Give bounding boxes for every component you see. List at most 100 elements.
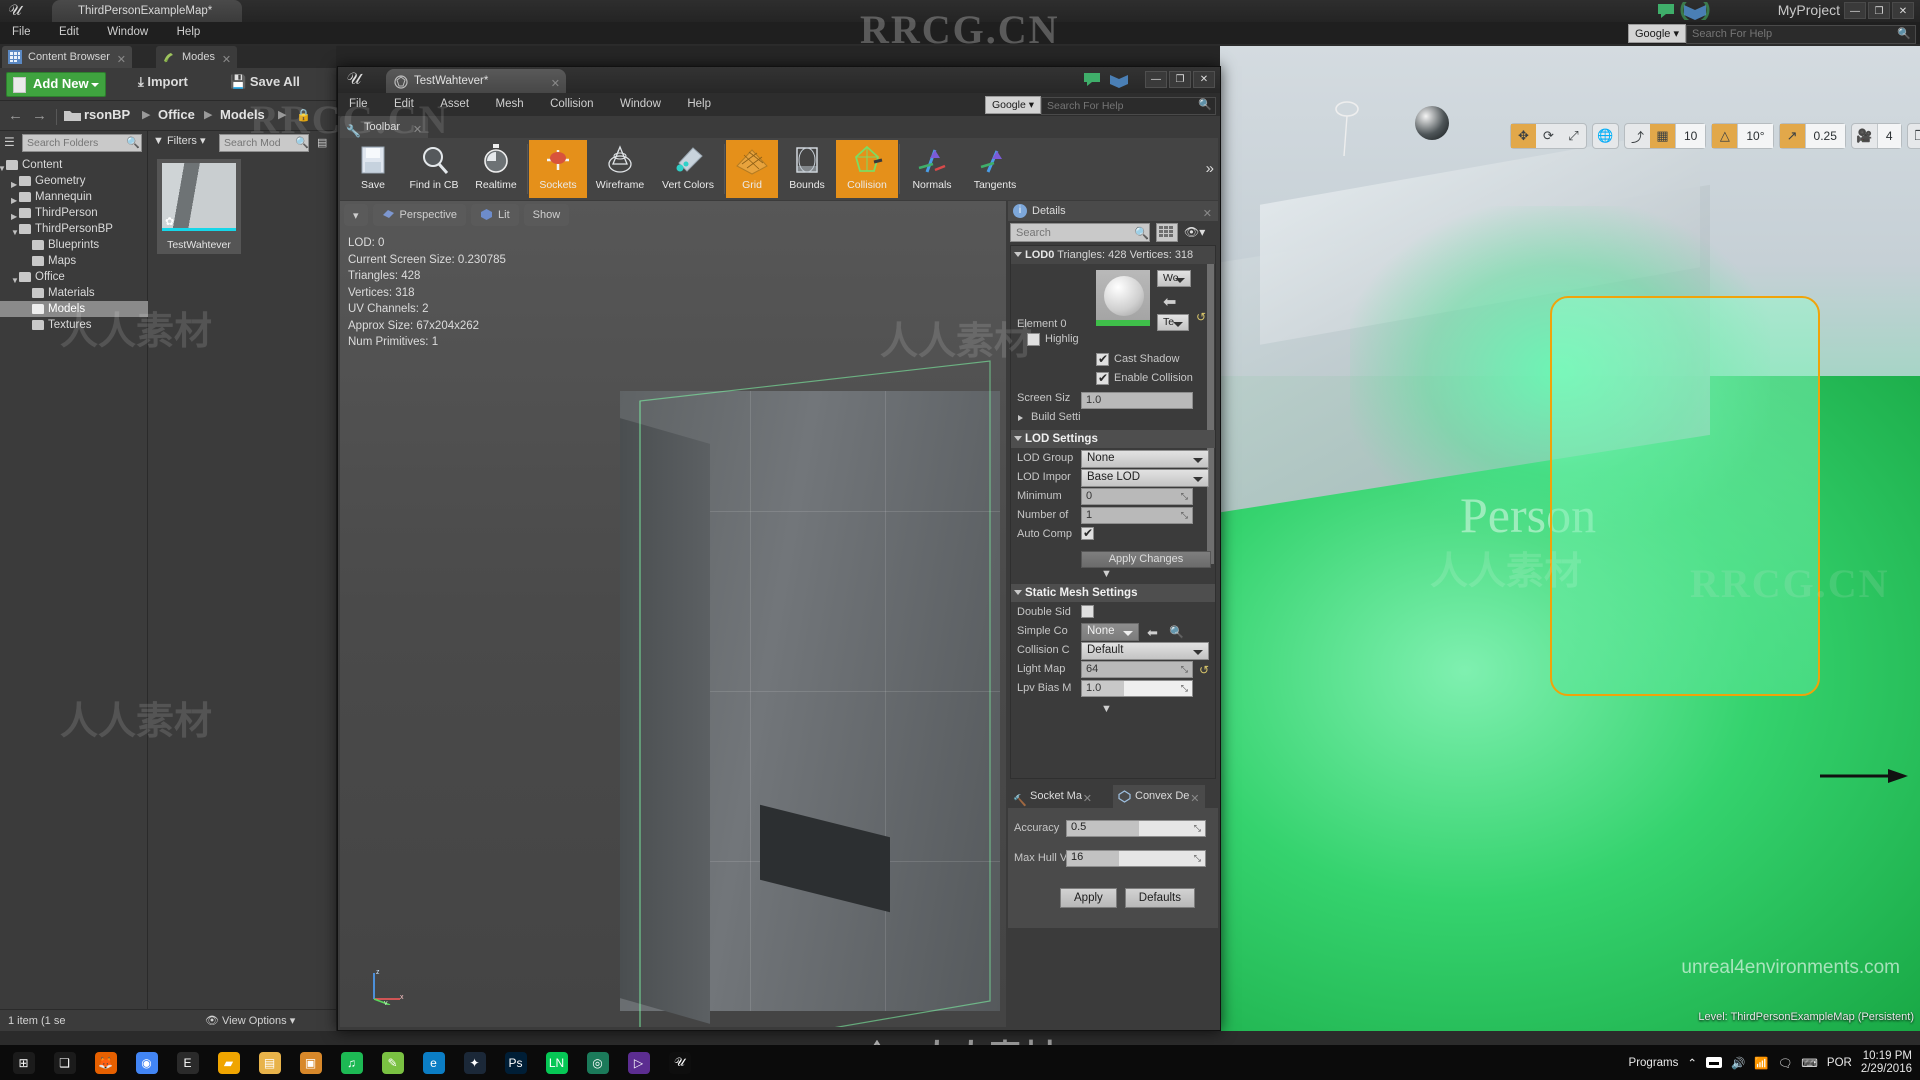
folder-tree-item[interactable]: Maps bbox=[0, 253, 148, 269]
menu-file[interactable]: File bbox=[0, 22, 43, 42]
close-button[interactable]: ✕ bbox=[1193, 71, 1215, 88]
folder-tree-item[interactable]: Models bbox=[0, 301, 148, 317]
taskbar-icon-explorer-yellow[interactable]: ▰ bbox=[209, 1045, 248, 1080]
taskbar-icon-chrome[interactable]: ◉ bbox=[127, 1045, 166, 1080]
folder-tree-item[interactable]: Textures bbox=[0, 317, 148, 333]
folder-tree-item[interactable]: Blueprints bbox=[0, 237, 148, 253]
minimize-button[interactable]: — bbox=[1145, 71, 1167, 88]
apply-changes-button[interactable]: Apply Changes bbox=[1081, 551, 1211, 568]
toolbar-button-wireframe[interactable]: Wireframe bbox=[587, 140, 653, 198]
camera-speed-value[interactable]: 4 bbox=[1876, 124, 1901, 148]
taskbar-icon-obs[interactable]: ◎ bbox=[578, 1045, 617, 1080]
translate-mode-icon[interactable]: ✥ bbox=[1511, 124, 1536, 148]
add-new-button[interactable]: Add New bbox=[6, 72, 106, 97]
selected-actor-outline[interactable] bbox=[1550, 296, 1820, 696]
lod-settings-header[interactable]: LOD Settings bbox=[1011, 430, 1215, 448]
accuracy-slider[interactable]: 0.5 ⤡ bbox=[1066, 820, 1206, 837]
chevron-up-icon[interactable]: ⌃ bbox=[1687, 1056, 1697, 1070]
taskbar-icon-spotify[interactable]: ♫ bbox=[332, 1045, 371, 1080]
surface-snap-icon[interactable]: ⤴ bbox=[1625, 124, 1650, 148]
folder-tree-item[interactable]: ▼ Office bbox=[0, 269, 148, 285]
texture-dropdown[interactable]: Te bbox=[1157, 314, 1189, 331]
back-arrow-icon[interactable]: ⬅ bbox=[1163, 292, 1176, 312]
toolbar-button-find-in-cb[interactable]: Find in CB bbox=[402, 140, 466, 198]
taskbar-icon-steam[interactable]: ✦ bbox=[455, 1045, 494, 1080]
taskbar-icon-epic-launcher[interactable]: E bbox=[168, 1045, 207, 1080]
spinner-icon[interactable]: ⤡ bbox=[1181, 683, 1188, 694]
enable-collision-checkbox[interactable] bbox=[1096, 371, 1109, 385]
mesh-menu-asset[interactable]: Asset bbox=[429, 93, 480, 115]
toolbar-button-grid[interactable]: Grid bbox=[726, 140, 778, 198]
filters-button[interactable]: ▼ Filters ▾ bbox=[153, 134, 206, 147]
folder-tree-item[interactable]: Materials bbox=[0, 285, 148, 301]
breadcrumb-item-1[interactable]: Office bbox=[158, 107, 195, 122]
taskbar-icon-start[interactable]: ⊞ bbox=[4, 1045, 43, 1080]
cast-shadow-checkbox[interactable] bbox=[1096, 352, 1109, 366]
folder-tree-item[interactable]: ▼ Content bbox=[0, 157, 148, 173]
volume-icon[interactable]: 🔊 bbox=[1731, 1056, 1745, 1070]
filter-list-icon[interactable]: ☰ bbox=[4, 135, 15, 149]
back-arrow-icon[interactable]: ⬅ bbox=[1147, 625, 1158, 641]
camera-speed-icon[interactable]: 🎥 bbox=[1852, 124, 1877, 148]
breadcrumb-item-0[interactable]: rsonBP bbox=[84, 107, 130, 122]
level-sphere-actor[interactable] bbox=[1415, 106, 1449, 140]
minimize-button[interactable]: — bbox=[1844, 2, 1866, 19]
details-grid-view-button[interactable] bbox=[1156, 223, 1178, 242]
import-button[interactable]: ⤓ Import bbox=[138, 74, 188, 90]
taskbar-icon-folder[interactable]: ▤ bbox=[250, 1045, 289, 1080]
lod-impor-dropdown[interactable]: Base LOD bbox=[1081, 469, 1209, 487]
expand-more-icon[interactable]: ▼ bbox=[1101, 703, 1112, 715]
taskbar-icon-task-view[interactable]: ❑ bbox=[45, 1045, 84, 1080]
view-mode-perspective[interactable]: Perspective bbox=[372, 204, 467, 226]
mesh-menu-help[interactable]: Help bbox=[676, 93, 722, 115]
rotate-mode-icon[interactable]: ⟳ bbox=[1536, 124, 1561, 148]
grid-snap-icon[interactable]: ▦ bbox=[1650, 124, 1675, 148]
number-of-input[interactable]: 1 ⤡ bbox=[1081, 507, 1193, 524]
toolbar-button-collision[interactable]: Collision bbox=[836, 140, 898, 198]
light-map-input[interactable]: 64 ⤡ bbox=[1081, 661, 1193, 678]
material-thumbnail[interactable] bbox=[1096, 270, 1150, 326]
reset-icon[interactable]: ↺ bbox=[1196, 310, 1206, 324]
main-level-tab[interactable]: ThirdPersonExampleMap* bbox=[52, 0, 242, 22]
taskbar-icon-edge[interactable]: e bbox=[414, 1045, 453, 1080]
build-settings-row[interactable]: Build Setti bbox=[1011, 409, 1215, 428]
taskbar-icon-firefox[interactable]: 🦊 bbox=[86, 1045, 125, 1080]
level-viewport[interactable]: Person unreal4environments.com bbox=[1220, 46, 1920, 1031]
back-button[interactable]: ← bbox=[8, 107, 23, 124]
asset-card-testwahtever[interactable]: ✿ TestWahtever bbox=[157, 159, 241, 254]
mesh-editor-tab[interactable]: TestWahtever* ✕ bbox=[386, 69, 566, 93]
details-search-input[interactable] bbox=[1010, 223, 1150, 242]
tab-content-browser[interactable]: Content Browser ✕ bbox=[2, 46, 132, 68]
reset-icon[interactable]: ↺ bbox=[1199, 663, 1209, 677]
taskbar-icon-visual-studio[interactable]: ▷ bbox=[619, 1045, 658, 1080]
folder-search-input[interactable] bbox=[22, 134, 142, 152]
breadcrumb-item-2[interactable]: Models bbox=[220, 107, 265, 122]
toolbar-button-vert-colors[interactable]: Vert Colors bbox=[653, 140, 723, 198]
spinner-icon[interactable]: ⤡ bbox=[1181, 491, 1188, 502]
close-button[interactable]: ✕ bbox=[1892, 2, 1914, 19]
screen-size-input[interactable]: 1.0 bbox=[1081, 392, 1193, 409]
keyboard-icon[interactable]: ⌨ bbox=[1801, 1056, 1818, 1070]
scale-snap-icon[interactable]: ↗ bbox=[1779, 124, 1805, 148]
world-dropdown[interactable]: Wo bbox=[1157, 270, 1191, 287]
mesh-help-search-input[interactable] bbox=[1041, 97, 1216, 115]
apply-button[interactable]: Apply bbox=[1060, 888, 1117, 908]
toolbar-overflow-icon[interactable]: » bbox=[1206, 160, 1214, 177]
simple-co-dropdown[interactable]: None bbox=[1081, 623, 1139, 641]
world-space-icon[interactable]: 🌐 bbox=[1593, 124, 1618, 148]
folder-tree-item[interactable]: ▶ ThirdPerson bbox=[0, 205, 148, 221]
search-icon[interactable]: 🔍 bbox=[1169, 625, 1184, 639]
action-center-icon[interactable]: 🗨 bbox=[1778, 1056, 1793, 1070]
help-search-input[interactable] bbox=[1686, 24, 1916, 44]
tab-modes[interactable]: Modes ✕ bbox=[156, 46, 238, 68]
tab-socket-manager[interactable]: 🔨 Socket Ma ✕ bbox=[1008, 785, 1098, 808]
mesh-menu-file[interactable]: File bbox=[338, 93, 379, 115]
lock-icon[interactable]: 🔒 bbox=[296, 108, 311, 122]
mesh-search-engine-dropdown[interactable]: Google ▾ bbox=[984, 96, 1041, 114]
clock[interactable]: 10:19 PM 2/29/2016 bbox=[1861, 1050, 1912, 1076]
viewport-options-dropdown[interactable]: ▾ bbox=[344, 204, 368, 226]
scale-snap-value[interactable]: 0.25 bbox=[1804, 124, 1845, 148]
taskbar-icon-photoshop[interactable]: Ps bbox=[496, 1045, 535, 1080]
view-mode-lit[interactable]: Lit bbox=[471, 204, 519, 226]
minimum-input[interactable]: 0 ⤡ bbox=[1081, 488, 1193, 505]
